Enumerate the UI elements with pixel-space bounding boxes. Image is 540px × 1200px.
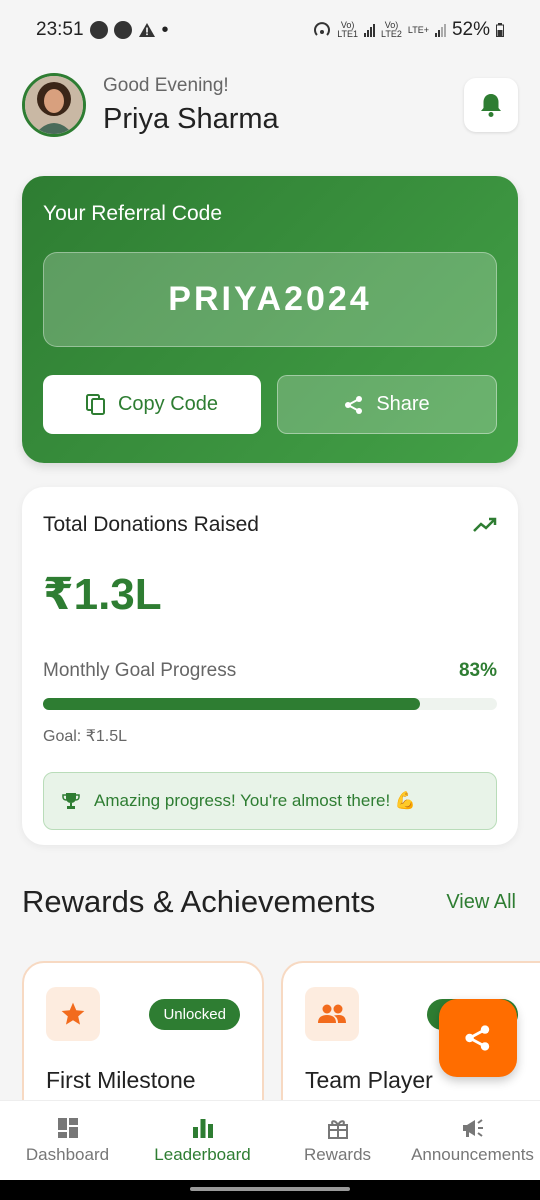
trending-up-icon [473,517,497,532]
header: Good Evening! Priya Sharma [22,70,518,140]
goal-amount: Goal: ₹1.5L [43,728,128,745]
share-fab[interactable] [439,999,517,1077]
share-icon [345,395,363,414]
warning-icon [138,23,155,37]
referral-card: Your Referral Code PRIYA2024 Copy Code S… [22,176,518,463]
goal-progress-fill [43,698,420,710]
nav-dashboard-label: Dashboard [25,1144,110,1164]
leaderboard-icon [192,1118,213,1138]
message-notification-icon [89,21,108,39]
view-all-link[interactable]: View All [446,891,516,914]
battery-icon [496,23,504,37]
reward-name: First Milestone [46,1067,196,1093]
more-notifications-icon: • [161,18,169,41]
avatar[interactable] [22,73,86,137]
copy-code-label: Copy Code [117,393,219,415]
signal1-icon [364,23,376,37]
copy-code-button[interactable]: Copy Code [43,375,261,434]
battery-percent: 52% [451,19,490,40]
rewards-header: Rewards & Achievements View All [22,884,518,920]
signal2-icon [434,23,446,37]
share-icon [465,1025,490,1051]
nav-leaderboard[interactable]: Leaderboard [135,1101,270,1180]
nav-rewards[interactable]: Rewards [270,1101,405,1180]
trophy-icon [62,793,80,809]
donations-amount: ₹1.3L [43,570,162,619]
nav-announcements-label: Announcements [411,1144,534,1164]
user-name: Priya Sharma [103,102,279,135]
referral-code[interactable]: PRIYA2024 [43,252,497,347]
nav-dashboard[interactable]: Dashboard [0,1101,135,1180]
home-indicator[interactable] [190,1187,350,1191]
share-label: Share [376,393,430,415]
gift-icon [327,1119,348,1139]
megaphone-icon [462,1118,483,1137]
status-badge: Unlocked [149,998,240,1030]
referral-title: Your Referral Code [43,202,222,225]
goal-progress-percent: 83% [458,660,497,681]
dashboard-icon [57,1117,78,1138]
nav-announcements[interactable]: Announcements [405,1101,540,1180]
sim2-label: Vo) LTE2 [381,20,402,39]
donations-card: Total Donations Raised ₹1.3L Monthly Goa… [22,487,518,845]
bottom-nav: Dashboard Leaderboard Rewards Announceme… [0,1100,540,1180]
profile-photo [25,76,83,134]
share-button[interactable]: Share [277,375,497,434]
nav-leaderboard-label: Leaderboard [154,1144,251,1164]
goal-progress-bar [43,698,497,710]
lte-label: LTE+ [407,24,429,35]
star-icon [61,1002,85,1025]
greeting-text: Good Evening! [103,74,229,96]
hotspot-icon [314,22,331,36]
copy-icon [85,393,105,415]
goal-progress-label: Monthly Goal Progress [43,660,237,681]
rewards-title: Rewards & Achievements [22,884,376,919]
nav-rewards-label: Rewards [303,1144,372,1164]
status-time: 23:51 [36,19,84,40]
notifications-button[interactable] [464,78,518,132]
progress-message-text: Amazing progress! You're almost there! 💪 [94,791,417,810]
people-icon [318,1004,346,1023]
bell-icon [481,94,501,117]
whatsapp-notification-icon [113,21,132,39]
donations-title: Total Donations Raised [43,513,259,536]
sim1-label: Vo) LTE1 [337,20,359,39]
progress-message: Amazing progress! You're almost there! 💪 [43,772,497,830]
status-bar: 23:51 • Vo) LTE1 Vo) LTE2 LTE+ 52% [0,0,540,60]
